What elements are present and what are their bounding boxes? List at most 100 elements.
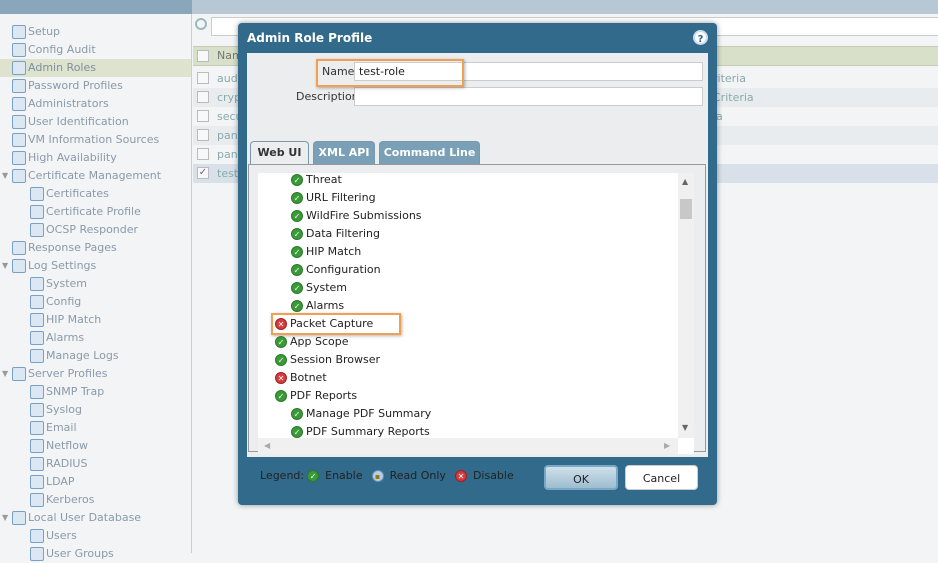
scroll-right-icon[interactable]: ▶	[664, 441, 670, 450]
tab-xml-api[interactable]: XML API	[313, 141, 375, 165]
description-field[interactable]	[354, 87, 703, 106]
legend: Legend: ✓ Enable ▪ Read Only ✕ Disable	[260, 469, 514, 482]
sidebar-item-setup[interactable]: Setup	[12, 23, 60, 41]
sidebar-item-certificate-management[interactable]: ▼ Certificate Management	[2, 167, 161, 185]
permission-pdf-summary-reports[interactable]: ✓ PDF Summary Reports	[291, 423, 430, 441]
permission-pdf-reports[interactable]: ✓ PDF Reports	[275, 387, 357, 405]
sidebar-item-users[interactable]: Users	[30, 527, 77, 545]
enable-icon[interactable]: ✓	[291, 174, 303, 186]
sidebar-item-label: Setup	[28, 25, 61, 38]
certificate-management-icon	[12, 169, 26, 183]
cancel-button[interactable]: Cancel	[625, 465, 698, 490]
sidebar-item-user-groups[interactable]: User Groups	[30, 545, 114, 563]
permission-threat[interactable]: ✓ Threat	[291, 173, 342, 189]
ok-button[interactable]: OK	[544, 465, 618, 490]
sidebar-item-alarms[interactable]: Alarms	[30, 329, 84, 347]
sidebar-item-ocsp-responder[interactable]: OCSP Responder	[30, 221, 138, 239]
sidebar-item-label: Server Profiles	[28, 367, 108, 380]
sidebar-item-netflow[interactable]: Netflow	[30, 437, 88, 455]
permission-url-filtering[interactable]: ✓ URL Filtering	[291, 189, 376, 207]
sidebar-item-certificate-profile[interactable]: Certificate Profile	[30, 203, 141, 221]
enable-icon[interactable]: ✓	[291, 246, 303, 258]
row-criteria: Criteria	[713, 91, 754, 104]
sidebar-item-user-identification[interactable]: User Identification	[12, 113, 129, 131]
sidebar-item-label: Certificates	[46, 187, 109, 200]
help-icon[interactable]: ?	[693, 30, 708, 45]
sidebar-item-kerberos[interactable]: Kerberos	[30, 491, 94, 509]
expand-icon[interactable]: ▼	[2, 509, 8, 527]
sidebar-item-server-profiles[interactable]: ▼ Server Profiles	[2, 365, 108, 383]
tab-command-line[interactable]: Command Line	[379, 141, 480, 165]
config-audit-icon	[12, 43, 26, 57]
row-checkbox[interactable]	[197, 129, 209, 141]
scroll-up-icon[interactable]: ▲	[682, 177, 688, 186]
sidebar-item-label: High Availability	[28, 151, 117, 164]
scroll-left-icon[interactable]: ◀	[264, 441, 270, 450]
permission-wildfire-submissions[interactable]: ✓ WildFire Submissions	[291, 207, 422, 225]
permission-system[interactable]: ✓ System	[291, 279, 347, 297]
enable-icon[interactable]: ✓	[275, 336, 287, 348]
expand-icon[interactable]: ▼	[2, 257, 8, 275]
row-checkbox[interactable]	[197, 148, 209, 160]
sidebar-item-label: Alarms	[46, 331, 85, 344]
permission-hip-match[interactable]: ✓ HIP Match	[291, 243, 361, 261]
vertical-scrollbar[interactable]: ▲ ▼	[678, 173, 694, 438]
row-checkbox[interactable]	[197, 91, 209, 103]
sidebar-item-high-availability[interactable]: High Availability	[12, 149, 117, 167]
sidebar-item-certificates[interactable]: Certificates	[30, 185, 109, 203]
permission-botnet[interactable]: ✕ Botnet	[275, 369, 327, 387]
sidebar-item-response-pages[interactable]: Response Pages	[12, 239, 117, 257]
disable-icon[interactable]: ✕	[275, 372, 287, 384]
radius-icon	[30, 457, 44, 471]
enable-icon[interactable]: ✓	[291, 210, 303, 222]
sidebar-item-vm-information-sources[interactable]: VM Information Sources	[12, 131, 159, 149]
row-checkbox[interactable]	[197, 72, 209, 84]
permission-configuration[interactable]: ✓ Configuration	[291, 261, 381, 279]
sidebar-item-radius[interactable]: RADIUS	[30, 455, 87, 473]
permission-label: WildFire Submissions	[306, 209, 422, 222]
sidebar-item-local-user-database[interactable]: ▼ Local User Database	[2, 509, 141, 527]
sidebar-item-config[interactable]: Config	[30, 293, 81, 311]
sidebar-item-snmp-trap[interactable]: SNMP Trap	[30, 383, 104, 401]
enable-icon[interactable]: ✓	[291, 300, 303, 312]
enable-icon[interactable]: ✓	[291, 282, 303, 294]
tab-web-ui[interactable]: Web UI	[250, 141, 309, 166]
users-icon	[30, 529, 44, 543]
enable-icon[interactable]: ✓	[275, 390, 287, 402]
sidebar-item-log-settings[interactable]: ▼ Log Settings	[2, 257, 96, 275]
sidebar-item-label: Syslog	[46, 403, 82, 416]
sidebar-item-manage-logs[interactable]: Manage Logs	[30, 347, 119, 365]
sidebar-item-hip-match[interactable]: HIP Match	[30, 311, 101, 329]
sidebar-item-ldap[interactable]: LDAP	[30, 473, 75, 491]
enable-icon[interactable]: ✓	[291, 426, 303, 438]
scroll-thumb[interactable]	[680, 199, 692, 219]
permission-session-browser[interactable]: ✓ Session Browser	[275, 351, 380, 369]
enable-icon[interactable]: ✓	[291, 228, 303, 240]
permission-label: Session Browser	[290, 353, 381, 366]
sidebar-item-config-audit[interactable]: Config Audit	[12, 41, 96, 59]
permission-manage-pdf-summary[interactable]: ✓ Manage PDF Summary	[291, 405, 431, 423]
enable-icon[interactable]: ✓	[291, 192, 303, 204]
expand-icon[interactable]: ▼	[2, 365, 8, 383]
sidebar-item-administrators[interactable]: Administrators	[12, 95, 109, 113]
sidebar-item-system[interactable]: System	[30, 275, 87, 293]
permission-app-scope[interactable]: ✓ App Scope	[275, 333, 349, 351]
snmp-trap-icon	[30, 385, 44, 399]
syslog-icon	[30, 403, 44, 417]
permission-label: PDF Summary Reports	[306, 425, 430, 438]
sidebar-item-syslog[interactable]: Syslog	[30, 401, 82, 419]
enable-icon[interactable]: ✓	[291, 408, 303, 420]
row-checkbox[interactable]: ✓	[197, 167, 209, 179]
expand-icon[interactable]: ▼	[2, 167, 8, 185]
sidebar-item-password-profiles[interactable]: Password Profiles	[12, 77, 123, 95]
sidebar-item-admin-roles[interactable]: Admin Roles	[0, 59, 191, 77]
enable-icon[interactable]: ✓	[275, 354, 287, 366]
search-icon[interactable]	[195, 18, 207, 30]
system-icon	[30, 277, 44, 291]
permission-data-filtering[interactable]: ✓ Data Filtering	[291, 225, 380, 243]
sidebar-item-email[interactable]: Email	[30, 419, 77, 437]
scroll-down-icon[interactable]: ▼	[682, 423, 688, 432]
select-all-checkbox[interactable]	[197, 50, 209, 62]
enable-icon[interactable]: ✓	[291, 264, 303, 276]
row-checkbox[interactable]	[197, 110, 209, 122]
